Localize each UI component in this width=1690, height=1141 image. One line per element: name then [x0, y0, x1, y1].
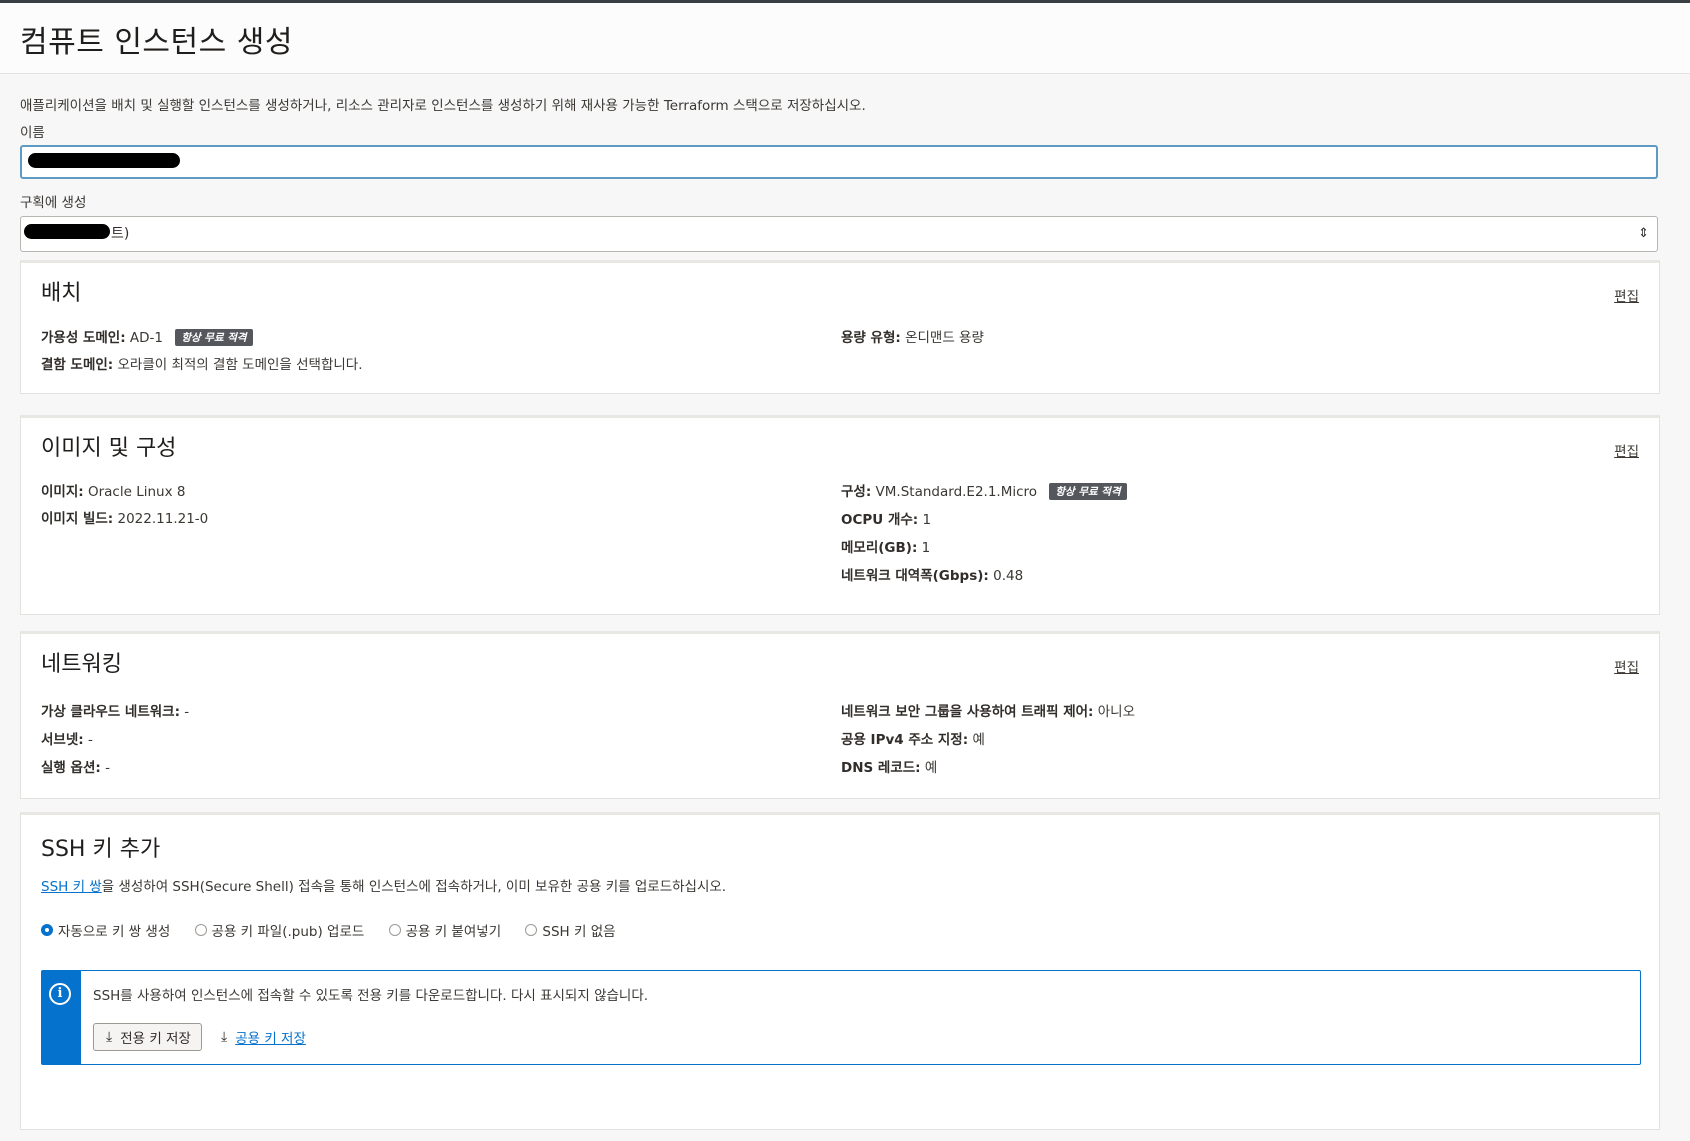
compartment-select[interactable]: 트) ⇕	[20, 216, 1658, 252]
page-title: 컴퓨트 인스턴스 생성	[20, 25, 293, 60]
public-ip-row: 공용 IPv4 주소 지정: 예	[841, 732, 985, 748]
name-label: 이름	[20, 125, 45, 141]
select-updown-icon: ⇕	[1638, 226, 1649, 241]
placement-title: 배치	[41, 281, 82, 306]
ssh-key-options: 자동으로 키 쌍 생성 공용 키 파일(.pub) 업로드 공용 키 붙여넣기 …	[41, 920, 636, 940]
ssh-card: SSH 키 추가 SSH 키 쌍을 생성하여 SSH(Secure Shell)…	[20, 812, 1660, 1130]
ocpu-row: OCPU 개수: 1	[841, 512, 932, 528]
launch-options-row: 실행 옵션: -	[41, 760, 110, 776]
nsg-row: 네트워크 보안 그룹을 사용하여 트래픽 제어: 아니오	[841, 704, 1136, 720]
radio-unselected-icon	[525, 924, 538, 936]
radio-upload-public-key[interactable]: 공용 키 파일(.pub) 업로드	[194, 920, 364, 940]
radio-unselected-icon	[194, 924, 207, 936]
ssh-title: SSH 키 추가	[41, 837, 161, 862]
always-free-badge: 항상 무료 적격	[1049, 483, 1127, 500]
save-public-key-link[interactable]: ⤓ 공용 키 저장	[221, 1023, 306, 1051]
image-shape-title: 이미지 및 구성	[41, 436, 177, 461]
page-header: 컴퓨트 인스턴스 생성	[0, 3, 1690, 74]
memory-row: 메모리(GB): 1	[841, 540, 931, 556]
ssh-info-box: i SSH를 사용하여 인스턴스에 접속할 수 있도록 전용 키를 다운로드합니…	[41, 970, 1641, 1065]
networking-title: 네트워킹	[41, 652, 122, 677]
radio-generate-key-pair[interactable]: 자동으로 키 쌍 생성	[41, 920, 170, 940]
fault-domain-row: 결함 도메인: 오라클이 최적의 결함 도메인을 선택합니다.	[41, 357, 363, 373]
bandwidth-row: 네트워크 대역폭(Gbps): 0.48	[841, 568, 1024, 584]
page-description: 애플리케이션을 배치 및 실행할 인스턴스를 생성하거나, 리소스 관리자로 인…	[20, 98, 866, 114]
compartment-label: 구획에 생성	[20, 195, 87, 211]
download-icon: ⤓	[106, 1029, 113, 1045]
placement-card: 배치 편집 가용성 도메인: AD-1 항상 무료 적격 결함 도메인: 오라클…	[20, 260, 1660, 394]
shape-row: 구성: VM.Standard.E2.1.Micro 항상 무료 적격	[841, 480, 1127, 500]
download-icon: ⤓	[221, 1029, 228, 1045]
name-input[interactable]	[20, 145, 1658, 179]
always-free-badge: 항상 무료 적격	[175, 329, 253, 346]
save-private-key-button[interactable]: ⤓ 전용 키 저장	[93, 1023, 202, 1051]
radio-no-ssh-key[interactable]: SSH 키 없음	[525, 920, 616, 940]
ssh-description: SSH 키 쌍을 생성하여 SSH(Secure Shell) 접속을 통해 인…	[41, 879, 727, 895]
capacity-type-row: 용량 유형: 온디맨드 용량	[841, 330, 984, 346]
dns-row: DNS 레코드: 예	[841, 760, 938, 776]
redaction-mark	[28, 153, 180, 168]
networking-edit-link[interactable]: 편집	[1614, 656, 1639, 676]
radio-unselected-icon	[388, 924, 401, 936]
radio-paste-public-key[interactable]: 공용 키 붙여넣기	[388, 920, 501, 940]
image-build-row: 이미지 빌드: 2022.11.21-0	[41, 511, 209, 527]
image-shape-card: 이미지 및 구성 편집 이미지: Oracle Linux 8 이미지 빌드: …	[20, 415, 1660, 615]
ssh-key-pair-link[interactable]: SSH 키 쌍	[41, 879, 102, 895]
info-icon: i	[49, 983, 71, 1005]
vcn-row: 가상 클라우드 네트워크: -	[41, 704, 190, 720]
redaction-mark	[24, 224, 110, 239]
ssh-info-text: SSH를 사용하여 인스턴스에 접속할 수 있도록 전용 키를 다운로드합니다.…	[93, 988, 649, 1004]
compartment-value: 트)	[111, 226, 130, 242]
image-row: 이미지: Oracle Linux 8	[41, 484, 186, 500]
placement-edit-link[interactable]: 편집	[1614, 285, 1639, 305]
subnet-row: 서브넷: -	[41, 732, 93, 748]
radio-selected-icon	[41, 924, 53, 936]
networking-card: 네트워킹 편집 가상 클라우드 네트워크: - 서브넷: - 실행 옵션: - …	[20, 631, 1660, 799]
availability-domain-row: 가용성 도메인: AD-1 항상 무료 적격	[41, 326, 253, 346]
image-shape-edit-link[interactable]: 편집	[1614, 440, 1639, 460]
